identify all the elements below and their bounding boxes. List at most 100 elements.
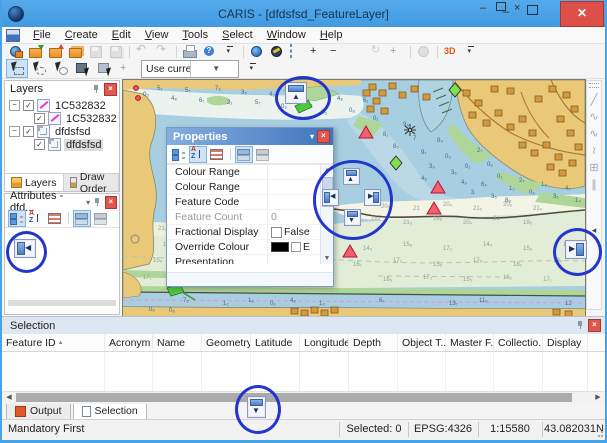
maximize-button[interactable] bbox=[523, 4, 541, 18]
select-add-rectangle-button[interactable] bbox=[72, 59, 94, 78]
color-swatch-black[interactable] bbox=[271, 242, 289, 252]
print-button[interactable] bbox=[180, 44, 200, 60]
pan-view-button[interactable] bbox=[247, 44, 267, 60]
tree-expand-icon[interactable]: − bbox=[9, 126, 20, 137]
scroll-right-icon[interactable]: ▶ bbox=[592, 392, 604, 403]
save-button[interactable] bbox=[86, 44, 106, 60]
pin-icon[interactable] bbox=[93, 198, 101, 207]
overview-window-button[interactable] bbox=[414, 44, 434, 60]
toolbar-overflow-2-button[interactable] bbox=[461, 44, 481, 60]
save-all-button[interactable] bbox=[106, 44, 126, 60]
column-header-display[interactable]: Display bbox=[543, 334, 588, 351]
duplicate-feature-icon[interactable]: ⊞ bbox=[587, 160, 601, 177]
tab-selection[interactable]: Selection bbox=[73, 404, 147, 420]
grid-button[interactable] bbox=[46, 210, 64, 227]
scroll-left-icon[interactable]: ◀ bbox=[3, 392, 15, 403]
column-header-longitude[interactable]: Longitude bbox=[300, 334, 349, 351]
menu-item-window[interactable]: Window bbox=[261, 28, 312, 42]
close-icon[interactable]: × bbox=[317, 130, 330, 143]
layout2-button[interactable] bbox=[254, 146, 272, 163]
menu-item-select[interactable]: Select bbox=[216, 28, 259, 42]
layer-checkbox[interactable]: ✓ bbox=[34, 139, 45, 150]
pan-down-button[interactable]: ▼ bbox=[344, 209, 361, 226]
column-header-latitude[interactable]: Latitude bbox=[251, 334, 300, 351]
layer-tree-row[interactable]: ✓dfdsfsd bbox=[9, 138, 119, 151]
open-workspace-button[interactable] bbox=[6, 44, 26, 60]
copy-layer-button[interactable] bbox=[66, 44, 86, 60]
chevron-down-icon[interactable]: ▾ bbox=[310, 132, 314, 141]
tab-output[interactable]: Output bbox=[6, 404, 71, 420]
selection-table-body[interactable] bbox=[2, 352, 605, 391]
column-header-objectt[interactable]: Object T... bbox=[398, 334, 446, 351]
property-row[interactable]: Presentation bbox=[167, 255, 333, 264]
menu-item-help[interactable]: Help bbox=[314, 28, 349, 42]
value-checkbox[interactable] bbox=[271, 227, 282, 238]
select-by-point-button[interactable] bbox=[50, 59, 72, 78]
menu-item-create[interactable]: Create bbox=[59, 28, 104, 42]
chevron-down-icon[interactable]: ▼ bbox=[190, 61, 239, 77]
layer-tree-row[interactable]: −✓dfdsfsd bbox=[9, 125, 119, 138]
scroll-thumb[interactable] bbox=[16, 393, 572, 402]
properties-scrollbar[interactable]: ▲ ▼ bbox=[320, 165, 333, 264]
pan-right-button[interactable]: ▶ bbox=[364, 189, 381, 206]
property-row[interactable]: Override ColourE bbox=[167, 240, 333, 255]
undo-button[interactable] bbox=[133, 44, 153, 60]
draw-curve-1-icon[interactable]: ∿ bbox=[587, 109, 601, 126]
property-row[interactable]: Colour Range bbox=[167, 165, 333, 180]
layer-checkbox[interactable]: ✓ bbox=[23, 126, 34, 137]
layer-checkbox[interactable]: ✓ bbox=[34, 113, 45, 124]
close-icon[interactable]: × bbox=[105, 196, 117, 209]
column-header-depth[interactable]: Depth bbox=[349, 334, 398, 351]
resize-grip[interactable] bbox=[595, 431, 603, 439]
draw-curve-dashed-icon[interactable]: ≀ bbox=[587, 143, 601, 160]
tree-expand-icon[interactable]: − bbox=[9, 100, 20, 111]
tab-draw-order[interactable]: Draw Order bbox=[64, 174, 119, 191]
dock-right-button[interactable]: ▶ bbox=[565, 240, 587, 259]
column-header-acronym[interactable]: Acronym bbox=[105, 334, 153, 351]
color-swatch-white[interactable] bbox=[291, 242, 301, 252]
mdi-close-button[interactable]: × bbox=[514, 2, 520, 14]
grid-button[interactable] bbox=[208, 146, 226, 163]
layer-tree-row[interactable]: −✓1C532832 bbox=[9, 99, 119, 112]
import-file-button[interactable] bbox=[46, 44, 66, 60]
toolbar-grip[interactable] bbox=[589, 83, 599, 88]
toolbar-overflow-3-button[interactable] bbox=[242, 59, 264, 78]
pin-icon[interactable] bbox=[576, 321, 585, 330]
collapse-right-toolbar-button[interactable]: ◂ bbox=[587, 222, 601, 239]
layout1-button[interactable] bbox=[235, 146, 253, 163]
az-button[interactable] bbox=[27, 210, 45, 227]
cat-button[interactable] bbox=[8, 210, 26, 227]
scroll-up-icon[interactable]: ▲ bbox=[321, 165, 333, 176]
draw-curve-2-icon[interactable]: ∿ bbox=[587, 126, 601, 143]
pin-icon[interactable] bbox=[92, 85, 101, 94]
column-header-featureid[interactable]: Feature ID▲ bbox=[2, 334, 105, 351]
menu-item-file[interactable]: File bbox=[27, 28, 57, 42]
dock-top-button[interactable]: ▲ bbox=[285, 82, 307, 104]
open-file-button[interactable] bbox=[26, 44, 46, 60]
property-row[interactable]: Colour Range bbox=[167, 180, 333, 195]
layout2-button[interactable] bbox=[92, 210, 110, 227]
close-icon[interactable]: × bbox=[104, 83, 117, 96]
menu-item-tools[interactable]: Tools bbox=[176, 28, 214, 42]
help-button[interactable] bbox=[200, 44, 220, 60]
mdi-minimize-button[interactable]: – bbox=[480, 2, 486, 14]
layer-mode-combobox[interactable]: Use current layer▼ bbox=[141, 60, 239, 78]
horizontal-scrollbar[interactable]: ◀ ▶ bbox=[2, 391, 605, 404]
redo-button[interactable] bbox=[153, 44, 173, 60]
view-3d-button[interactable] bbox=[441, 44, 461, 60]
select-by-rectangle-button[interactable] bbox=[6, 59, 28, 78]
column-header-masterf[interactable]: Master F... bbox=[446, 334, 494, 351]
select-zoom-button[interactable] bbox=[116, 59, 138, 78]
property-row[interactable]: Fractional DisplayFalse bbox=[167, 225, 333, 240]
layer-checkbox[interactable]: ✓ bbox=[23, 100, 34, 111]
column-header-collectio[interactable]: Collectio... bbox=[494, 334, 543, 351]
layer-tree-row[interactable]: ✓1C532832 bbox=[9, 112, 119, 125]
select-remove-rectangle-button[interactable] bbox=[94, 59, 116, 78]
zoom-area-button[interactable] bbox=[287, 44, 307, 60]
zoom-in-button[interactable] bbox=[307, 44, 327, 60]
properties-title-bar[interactable]: Properties ▾ × bbox=[167, 128, 333, 145]
scroll-down-icon[interactable]: ▼ bbox=[321, 253, 333, 264]
property-row[interactable]: Feature Count0 bbox=[167, 210, 333, 225]
close-icon[interactable]: × bbox=[588, 319, 601, 332]
chevron-down-icon[interactable]: ▾ bbox=[86, 198, 90, 207]
